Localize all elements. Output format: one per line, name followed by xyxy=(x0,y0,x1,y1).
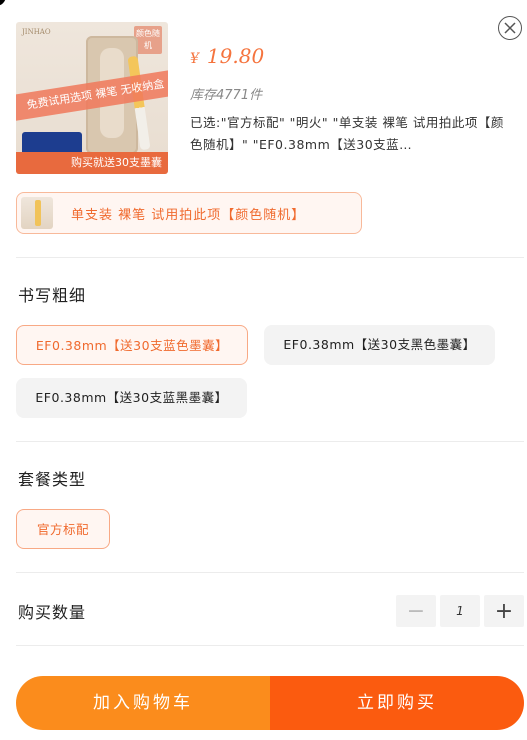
brand-logo: JINHAO xyxy=(22,28,51,36)
divider xyxy=(16,257,524,258)
quantity-decrease-button[interactable]: − xyxy=(396,595,436,627)
nib-section-title: 书写粗细 xyxy=(18,286,87,305)
package-section-title: 套餐类型 xyxy=(18,470,87,489)
divider xyxy=(16,645,524,646)
close-icon xyxy=(504,22,516,34)
nib-option-black[interactable]: EF0.38mm【送30支黑色墨囊】 xyxy=(264,325,495,365)
selected-summary: 已选:"官方标配" "明火" "单支装 裸笔 试用拍此项【颜色随机】" "EF0… xyxy=(190,115,504,152)
package-option-official[interactable]: 官方标配 xyxy=(16,509,110,549)
price: ¥19.80 xyxy=(190,44,264,68)
promo-bottom-bar: 购买就送30支墨囊 xyxy=(16,152,168,174)
quantity-input[interactable]: 1 xyxy=(440,595,480,627)
stock-count: 库存4771件 xyxy=(190,88,263,103)
buy-now-button[interactable]: 立即购买 xyxy=(270,676,524,730)
quantity-section-title: 购买数量 xyxy=(18,603,87,622)
divider xyxy=(16,441,524,442)
price-value: 19.80 xyxy=(206,44,265,68)
nib-option-blue-black[interactable]: EF0.38mm【送30支蓝黑墨囊】 xyxy=(16,378,247,418)
style-thumbnail xyxy=(21,197,53,229)
product-image[interactable]: JINHAO 颜色随机 免费试用选项 裸笔 无收纳盒 购买就送30支墨囊 xyxy=(16,22,168,174)
close-button[interactable] xyxy=(498,16,522,40)
add-to-cart-button[interactable]: 加入购物车 xyxy=(16,676,270,730)
style-option-label: 单支装 裸笔 试用拍此项【颜色随机】 xyxy=(71,207,306,223)
quantity-increase-button[interactable]: + xyxy=(484,595,524,627)
corner-decoration xyxy=(0,0,6,6)
price-currency: ¥ xyxy=(190,51,199,67)
color-random-tag: 颜色随机 xyxy=(134,26,162,54)
divider xyxy=(16,572,524,573)
style-option-single-pen[interactable]: 单支装 裸笔 试用拍此项【颜色随机】 xyxy=(16,192,362,234)
nib-option-blue[interactable]: EF0.38mm【送30支蓝色墨囊】 xyxy=(16,325,248,365)
